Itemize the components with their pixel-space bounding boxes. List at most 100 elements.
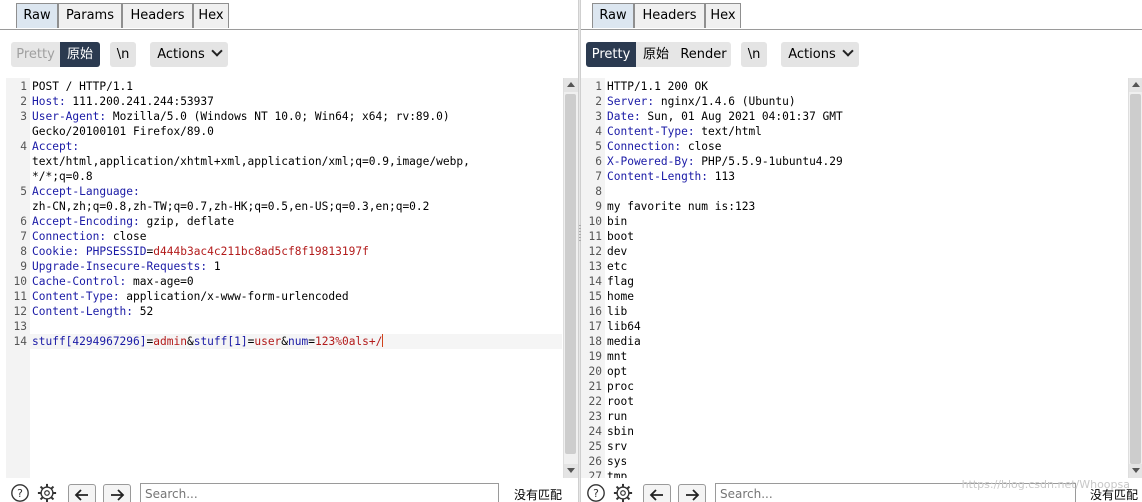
request-tab-headers[interactable]: Headers — [122, 3, 193, 28]
line-number — [6, 154, 27, 169]
request-tab-params[interactable]: Params — [58, 3, 122, 28]
token-text: srv — [607, 440, 628, 453]
code-line: text/html,application/xhtml+xml,applicat… — [32, 154, 470, 169]
code-line: opt — [607, 364, 627, 379]
code-line: Gecko/20100101 Firefox/89.0 — [32, 124, 214, 139]
code-line: Connection: close — [607, 139, 722, 154]
code-line: tmp — [607, 469, 627, 478]
token-text: boot — [607, 230, 634, 243]
request-view-toggle: Pretty 原始 — [11, 42, 100, 67]
line-number: 6 — [595, 155, 602, 168]
code-line: Content-Length: 52 — [32, 304, 153, 319]
code-line: Content-Type: application/x-www-form-url… — [32, 289, 349, 304]
code-line: Server: nginx/1.4.6 (Ubuntu) — [607, 94, 796, 109]
response-actions-button[interactable]: Actions — [781, 42, 859, 67]
response-view-pretty[interactable]: Pretty — [586, 42, 636, 67]
request-tab-bar: Raw Params Headers Hex — [0, 0, 578, 30]
response-scroll-thumb[interactable] — [1130, 94, 1141, 464]
request-view-pretty[interactable]: Pretty — [11, 42, 60, 67]
request-scroll-thumb[interactable] — [565, 94, 576, 454]
line-number: 27 — [588, 470, 602, 478]
response-tab-raw[interactable]: Raw — [592, 3, 634, 28]
token-text: 1 — [207, 260, 221, 273]
response-actions-label: Actions — [788, 47, 836, 62]
code-line: home — [607, 289, 634, 304]
code-line: Upgrade-Insecure-Requests: 1 — [32, 259, 221, 274]
line-number: 12 — [588, 245, 602, 258]
line-number: 14 — [588, 275, 602, 288]
token-text: gzip, deflate — [139, 215, 235, 228]
token-value: d444b3ac4c211bc8ad5cf8f19813197f — [153, 245, 369, 258]
code-line: Accept-Language: — [32, 184, 140, 199]
help-icon[interactable]: ? — [585, 483, 607, 502]
token-key: Server: — [607, 95, 655, 108]
token-text: 111.200.241.244:53937 — [65, 95, 214, 108]
code-line: lib — [607, 304, 627, 319]
search-previous-button[interactable] — [643, 484, 671, 502]
code-line: etc — [607, 259, 627, 274]
gear-icon[interactable] — [612, 483, 634, 502]
token-key: stuff[1] — [193, 335, 248, 348]
response-newline-toggle[interactable]: \n — [741, 42, 767, 67]
token-text: sbin — [607, 425, 634, 438]
response-editor[interactable]: 1 HTTP/1.1 200 OK 2 Server: nginx/1.4.6 (Ub… — [581, 78, 1128, 478]
response-view-render[interactable]: Render — [676, 42, 731, 67]
search-next-button[interactable] — [678, 484, 706, 502]
request-editor[interactable]: 1 POST / HTTP/1.1 2 Host: 111.200.241.244:5… — [6, 78, 562, 478]
search-next-button[interactable] — [103, 484, 131, 502]
token-text: mnt — [607, 350, 628, 363]
line-number: 19 — [588, 350, 602, 363]
scroll-down-arrow-icon[interactable] — [1129, 464, 1142, 478]
code-line: stuff[4294967296]=admin&stuff[1]=user&nu… — [32, 334, 384, 349]
scroll-up-arrow-icon[interactable] — [1129, 78, 1142, 92]
help-icon[interactable]: ? — [9, 483, 31, 502]
chevron-down-icon — [842, 45, 854, 57]
code-line: sys — [607, 454, 627, 469]
line-number — [6, 199, 27, 214]
token-text: & — [186, 335, 194, 348]
response-tab-hex[interactable]: Hex — [705, 3, 741, 28]
request-actions-button[interactable]: Actions — [150, 42, 228, 67]
token-text: text/html,application/xhtml+xml,applicat… — [32, 155, 470, 168]
line-number: 5 — [595, 140, 602, 153]
request-tab-hex[interactable]: Hex — [193, 3, 229, 28]
line-number: 2 — [20, 95, 27, 108]
token-text: text/html — [694, 125, 762, 138]
token-text: tmp — [607, 470, 628, 478]
request-view-raw[interactable]: 原始 — [60, 42, 100, 67]
request-newline-toggle[interactable]: \n — [110, 42, 136, 67]
token-text: etc — [607, 260, 628, 273]
scroll-up-arrow-icon[interactable] — [564, 78, 578, 92]
gear-icon[interactable] — [36, 483, 58, 502]
response-tab-headers[interactable]: Headers — [634, 3, 705, 28]
line-number: 2 — [595, 95, 602, 108]
line-number — [6, 169, 27, 184]
code-line: lib64 — [607, 319, 641, 334]
request-tab-raw[interactable]: Raw — [16, 3, 58, 28]
code-line: Connection: close — [32, 229, 147, 244]
line-number — [6, 124, 27, 139]
line-number: 8 — [20, 245, 27, 258]
search-previous-button[interactable] — [68, 484, 96, 502]
text-caret — [382, 334, 384, 347]
line-number: 14 — [13, 335, 27, 348]
token-key: Host: — [32, 95, 66, 108]
line-number: 4 — [20, 140, 27, 153]
response-toolbar: Pretty 原始 Render \n Actions — [581, 39, 1142, 71]
token-key: Accept: — [32, 140, 80, 153]
response-view-raw[interactable]: 原始 — [636, 42, 676, 67]
request-scrollbar[interactable] — [563, 78, 578, 478]
code-line: Content-Type: text/html — [607, 124, 762, 139]
token-text: Mozilla/5.0 (Windows NT 10.0; Win64; x64… — [106, 110, 450, 123]
svg-text:?: ? — [17, 487, 23, 500]
response-scrollbar[interactable] — [1128, 78, 1142, 478]
token-text: max-age=0 — [126, 275, 194, 288]
code-line: my favorite num is:123 — [607, 199, 755, 214]
scroll-down-arrow-icon[interactable] — [564, 464, 578, 478]
request-search-input[interactable] — [140, 483, 499, 502]
token-text: bin — [607, 215, 628, 228]
line-number: 4 — [595, 125, 602, 138]
code-line: Date: Sun, 01 Aug 2021 04:01:37 GMT — [607, 109, 843, 124]
code-line: sbin — [607, 424, 634, 439]
token-text: close — [106, 230, 147, 243]
